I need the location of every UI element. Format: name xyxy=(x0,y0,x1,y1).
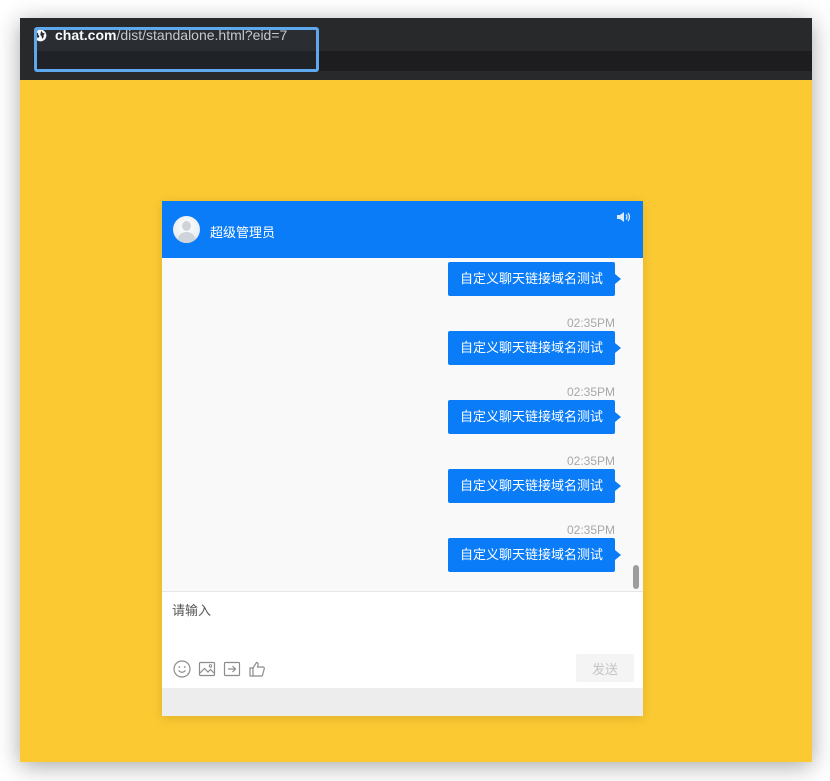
message-scrollbar[interactable] xyxy=(633,565,639,589)
message-time: 02:35PM xyxy=(566,454,615,468)
message-item: 02:35PM 自定义聊天链接域名测试 xyxy=(447,453,622,503)
message-time: 02:35PM xyxy=(566,523,615,537)
message-bubble: 自定义聊天链接域名测试 xyxy=(447,469,622,503)
agent-avatar xyxy=(173,216,200,243)
message-input[interactable] xyxy=(172,600,632,640)
message-list[interactable]: 自定义聊天链接域名测试 02:35PM 自定义聊天链接域名测试 02:35PM … xyxy=(162,258,643,591)
message-item: 02:35PM 自定义聊天链接域名测试 xyxy=(447,522,622,572)
message-bubble: 自定义聊天链接域名测试 xyxy=(447,400,622,434)
image-icon[interactable] xyxy=(197,659,217,679)
toolbar xyxy=(172,659,272,679)
agent-name: 超级管理员 xyxy=(210,225,276,240)
chat-widget: 超级管理员 自定义聊天链接域名测试 02:35PM 自定义聊天链接域名测试 02… xyxy=(162,201,643,716)
message-time: 02:35PM xyxy=(566,316,615,330)
input-area: 发送 xyxy=(162,591,643,689)
message-bubble: 自定义聊天链接域名测试 xyxy=(447,538,622,572)
smiley-icon[interactable] xyxy=(172,659,192,679)
thumbs-up-icon[interactable] xyxy=(247,659,267,679)
message-time: 02:35PM xyxy=(566,385,615,399)
message-item: 02:35PM 自定义聊天链接域名测试 xyxy=(447,315,622,365)
message-bubble: 自定义聊天链接域名测试 xyxy=(447,331,622,365)
avatar-head xyxy=(182,221,191,231)
chat-footer xyxy=(162,688,643,716)
address-bar-highlight xyxy=(34,27,319,72)
avatar-body xyxy=(178,232,195,243)
speaker-icon[interactable] xyxy=(616,211,632,223)
transfer-icon[interactable] xyxy=(222,659,242,679)
message-bubble: 自定义聊天链接域名测试 xyxy=(447,262,622,296)
message-item: 自定义聊天链接域名测试 xyxy=(447,262,622,296)
send-button[interactable]: 发送 xyxy=(576,654,634,682)
chat-header: 超级管理员 xyxy=(162,201,643,258)
message-item: 02:35PM 自定义聊天链接域名测试 xyxy=(447,384,622,434)
